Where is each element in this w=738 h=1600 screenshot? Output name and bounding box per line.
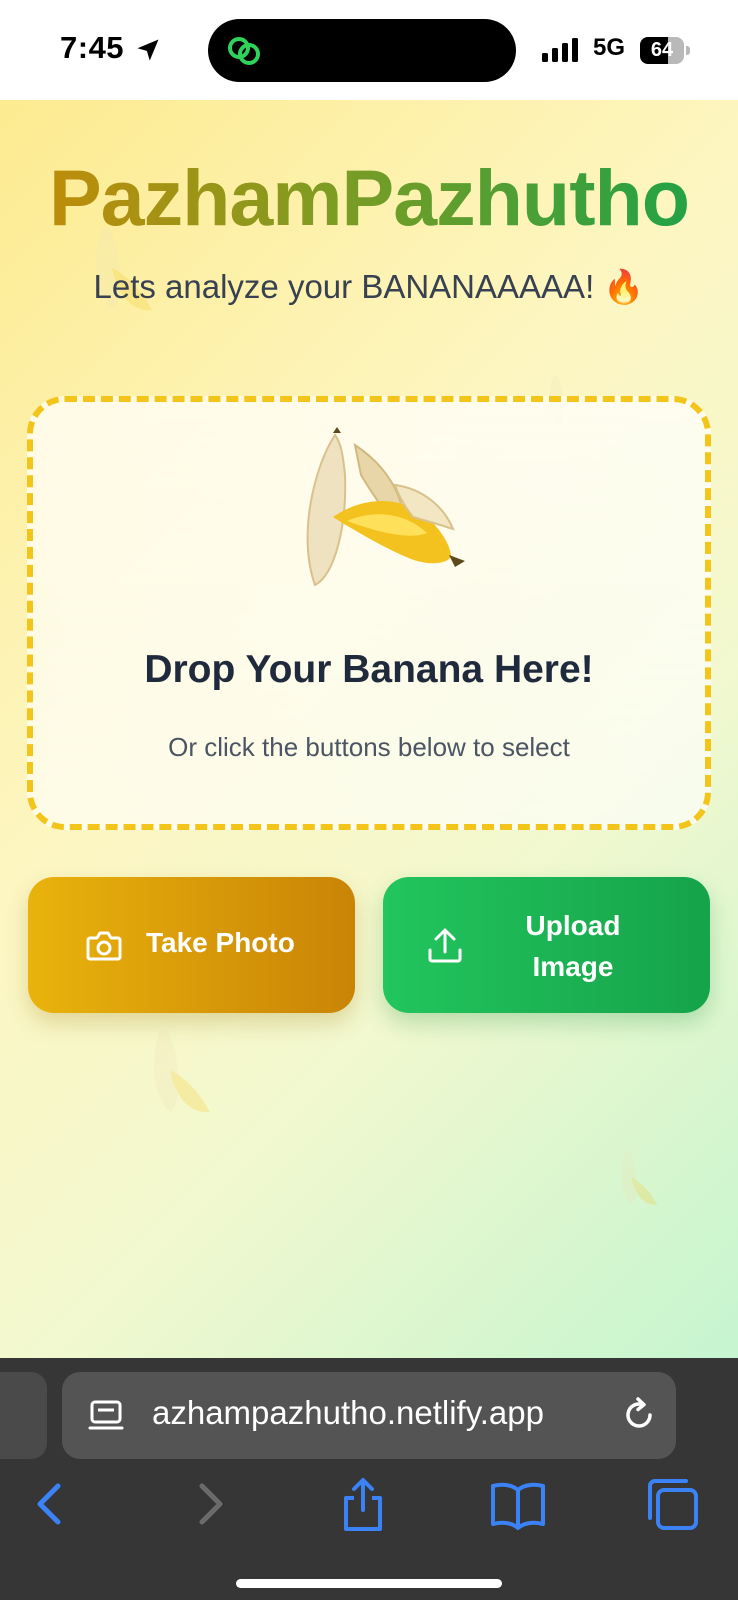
drop-zone-title: Drop Your Banana Here! — [144, 648, 594, 691]
upload-label-line1: Upload — [525, 910, 621, 941]
tabs-icon[interactable] — [642, 1476, 704, 1532]
cellular-signal-icon — [542, 38, 578, 62]
drop-zone-hint: Or click the buttons below to select — [168, 732, 570, 762]
dynamic-island — [208, 19, 516, 82]
linked-rings-icon — [228, 37, 260, 65]
network-type: 5G — [593, 34, 626, 61]
reload-icon[interactable] — [620, 1396, 658, 1434]
browser-toolbar: azhampazhutho.netlify.app — [0, 1358, 738, 1600]
camera-icon — [86, 931, 122, 961]
app-subtitle: Lets analyze your BANANAAAAA! 🔥 — [93, 268, 645, 305]
status-time: 7:45 — [60, 30, 125, 65]
location-arrow-icon — [137, 39, 159, 61]
bookmarks-icon[interactable] — [487, 1476, 549, 1532]
upload-image-button[interactable]: Upload Image — [383, 877, 710, 1013]
upload-icon — [428, 928, 462, 963]
page-settings-icon[interactable] — [88, 1398, 124, 1434]
take-photo-button[interactable]: Take Photo — [28, 877, 355, 1013]
app-title: PazhamPazhutho — [0, 152, 738, 244]
peeled-banana-icon — [306, 427, 465, 587]
banana-decoration-icon — [621, 1151, 658, 1205]
banana-drop-zone[interactable]: Drop Your Banana Here! Or click the butt… — [27, 396, 711, 830]
previous-tab-preview[interactable] — [0, 1372, 47, 1459]
back-icon[interactable] — [20, 1476, 82, 1532]
status-bar: 7:45 5G 64 — [0, 0, 738, 100]
banana-decoration-icon — [154, 1030, 210, 1113]
upload-label-line2: Image — [532, 951, 614, 982]
upload-image-label: Upload Image — [513, 905, 633, 987]
battery-icon: 64 — [640, 37, 692, 64]
take-photo-label: Take Photo — [146, 927, 295, 958]
app-page: PazhamPazhutho Lets analyze your BANANAA… — [0, 100, 738, 1358]
share-icon[interactable] — [332, 1476, 394, 1532]
battery-percent: 64 — [650, 39, 674, 61]
address-bar[interactable]: azhampazhutho.netlify.app — [62, 1372, 676, 1459]
url-text[interactable]: azhampazhutho.netlify.app — [152, 1394, 622, 1432]
home-indicator[interactable] — [236, 1579, 502, 1588]
forward-icon[interactable] — [178, 1476, 240, 1532]
